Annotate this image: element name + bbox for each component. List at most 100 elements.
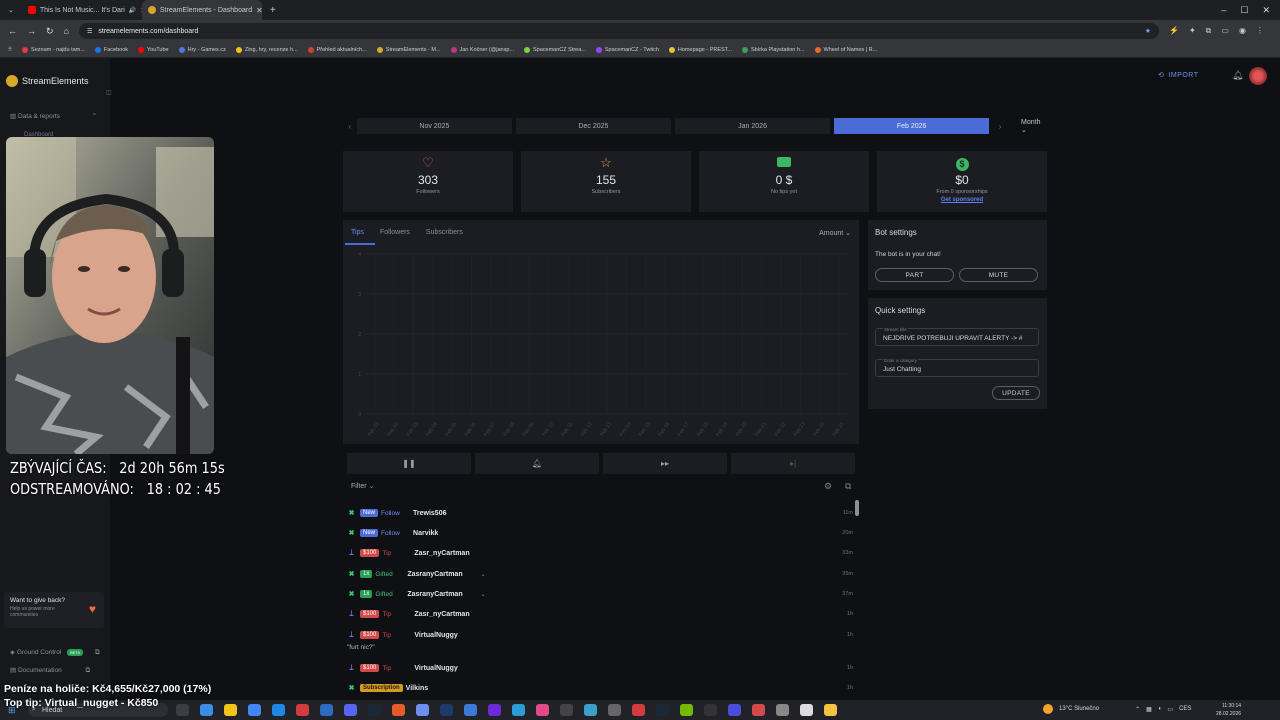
gear-icon[interactable]: ⚙ — [824, 481, 832, 492]
feed-row[interactable]: ⍊ $100 Tip VirtualNuggy 1h — [347, 661, 853, 675]
month-tab-selected[interactable]: Feb 2026 — [834, 118, 990, 134]
stream-title-field[interactable]: Stream title NEJDŘÍVE POTŘEBUJI UPRAVIT … — [875, 327, 1039, 346]
maximize-icon[interactable]: ☐ — [1240, 5, 1248, 16]
taskbar-app-icon[interactable] — [200, 704, 213, 716]
volume-icon[interactable]: ◖ — [1158, 706, 1162, 712]
feed-row[interactable]: ✖ 1x Gifted ZasranyCartman ⌄ 37m — [347, 587, 853, 601]
taskbar-app-icon[interactable] — [416, 704, 429, 716]
event-username[interactable]: Zasr_nyCartman — [414, 550, 469, 557]
profile-icon[interactable]: ◉ — [1239, 26, 1246, 36]
taskbar-app-icon[interactable] — [656, 704, 669, 716]
tab-tips[interactable]: Tips — [351, 229, 364, 236]
taskbar-app-icon[interactable] — [176, 704, 189, 716]
bookmark-item[interactable]: Sbírka Playstation h... — [742, 46, 805, 53]
mute-alerts-button[interactable]: 🔔︎ — [475, 453, 599, 474]
feed-row[interactable]: ✖ Subscription Vilkins 1h — [347, 681, 853, 695]
tab-subscribers[interactable]: Subscribers — [426, 229, 463, 236]
feed-row[interactable]: ⍊ $100 Tip VirtualNuggy 1h — [347, 628, 853, 642]
popout-icon[interactable]: ⧉ — [845, 481, 851, 492]
minimize-icon[interactable]: – — [1221, 5, 1226, 16]
taskbar-app-icon[interactable] — [464, 704, 477, 716]
taskbar-app-icon[interactable] — [752, 704, 765, 716]
import-button[interactable]: ⟲ IMPORT — [1158, 71, 1198, 80]
language-indicator[interactable]: CES — [1179, 706, 1191, 712]
taskbar-app-icon[interactable] — [344, 704, 357, 716]
bookmark-item[interactable]: SpacemanCZ Strea... — [524, 46, 586, 53]
bookmark-item[interactable]: Hry - Games.cz — [178, 46, 226, 53]
taskbar-app-icon[interactable] — [224, 704, 237, 716]
taskbar-app-icon[interactable] — [296, 704, 309, 716]
pause-button[interactable]: ❚❚ — [347, 453, 471, 474]
forward-icon[interactable]: → — [27, 26, 36, 36]
event-username[interactable]: ZasranyCartman — [407, 571, 462, 578]
part-button[interactable]: PART — [875, 268, 954, 282]
close-window-icon[interactable]: ✕ — [1262, 5, 1270, 16]
tab-list-icon[interactable]: ⌄ — [0, 6, 22, 14]
event-username[interactable]: Zasr_nyCartman — [414, 611, 469, 618]
bookmark-item[interactable]: Jan Kočner (@jansp... — [450, 46, 514, 53]
taskbar-app-icon[interactable] — [512, 704, 525, 716]
taskbar-app-icon[interactable] — [800, 704, 813, 716]
apps-grid-icon[interactable]: ⠿ — [8, 47, 12, 53]
taskbar-app-icon[interactable] — [368, 704, 381, 716]
sidebar-icon[interactable]: ▭ — [1221, 26, 1229, 36]
metric-dropdown[interactable]: Amount ⌄ — [819, 229, 851, 237]
taskbar-app-icon[interactable] — [560, 704, 573, 716]
taskbar-app-icon[interactable] — [248, 704, 261, 716]
bookmark-item[interactable]: YouTube — [138, 46, 169, 53]
site-info-icon[interactable]: ☰ — [87, 28, 92, 35]
bookmark-item[interactable]: Zing, hry, recenze h... — [235, 46, 298, 53]
extension-icon[interactable]: ⚡ — [1169, 26, 1179, 36]
taskbar-app-icon[interactable] — [440, 704, 453, 716]
event-username[interactable]: VirtualNuggy — [414, 632, 457, 639]
event-username[interactable]: Narvikk — [413, 530, 438, 537]
system-clock[interactable]: 11:30:14 28.02.2026 — [1216, 702, 1241, 718]
taskbar-app-icon[interactable] — [680, 704, 693, 716]
sidebar-item-ground-control[interactable]: ◈ Ground Control BETA ⧉ — [10, 648, 100, 657]
weather-text[interactable]: 13°C Slunečno — [1059, 706, 1099, 712]
bookmark-item[interactable]: StreamElements - M... — [376, 46, 441, 53]
bookmark-item[interactable]: Homepage - PREST... — [668, 46, 732, 53]
update-button[interactable]: UPDATE — [992, 386, 1040, 400]
bookmark-item[interactable]: Seznam - najdu tam... — [22, 46, 85, 53]
home-icon[interactable]: ⌂ — [64, 26, 69, 36]
user-avatar[interactable] — [1249, 67, 1267, 85]
give-back-card[interactable]: Want to give back? Help us power more co… — [4, 592, 104, 628]
extensions-puzzle-icon[interactable]: ⧉ — [1206, 26, 1212, 36]
feed-row[interactable]: ⍊ $100 Tip Zasr_nyCartman 33m — [347, 546, 853, 560]
feed-scrollbar[interactable] — [855, 500, 859, 516]
tab-followers[interactable]: Followers — [380, 229, 410, 236]
expand-chevron-icon[interactable]: ⌄ — [481, 591, 486, 598]
bookmark-item[interactable]: SpacemanCZ - Twitch — [595, 46, 659, 53]
browser-tab-dashboard[interactable]: StreamElements - Dashboard ✕ — [141, 0, 262, 20]
collapse-sidebar-icon[interactable]: ◫ — [106, 89, 112, 96]
taskbar-app-icon[interactable] — [488, 704, 501, 716]
event-username[interactable]: ZasranyCartman — [407, 591, 462, 598]
menu-kebab-icon[interactable]: ⋮ — [1256, 26, 1264, 36]
event-username[interactable]: Trewis506 — [413, 510, 446, 517]
taskbar-app-icon[interactable] — [536, 704, 549, 716]
category-field[interactable]: Enter a category Just Chatting — [875, 358, 1039, 377]
filter-dropdown[interactable]: Filter ⌄ — [351, 482, 374, 490]
new-tab-icon[interactable]: + — [262, 5, 284, 16]
notification-bell-icon[interactable]: 🔔︎ — [1232, 70, 1243, 81]
skip-button[interactable]: ▸▸ — [603, 453, 727, 474]
bookmark-item[interactable]: Facebook — [94, 46, 128, 53]
taskbar-app-icon[interactable] — [392, 704, 405, 716]
back-icon[interactable]: ← — [8, 26, 17, 36]
event-username[interactable]: VirtualNuggy — [414, 665, 457, 672]
feed-row[interactable]: ⍊ $100 Tip Zasr_nyCartman 1h — [347, 607, 853, 621]
next-month-icon[interactable]: › — [993, 122, 1007, 131]
tray-chevron-icon[interactable]: ⌃ — [1135, 706, 1140, 713]
expand-chevron-icon[interactable]: ⌄ — [481, 571, 486, 578]
taskbar-app-icon[interactable] — [704, 704, 717, 716]
taskbar-app-icon[interactable] — [608, 704, 621, 716]
browser-tab-youtube[interactable]: This Is Not Music... It's Dari 🔊 ✕ — [22, 0, 142, 20]
sidebar-section-data-reports[interactable]: ▥ Data & reports ⌃ — [10, 112, 97, 120]
bookmark-star-icon[interactable]: ★ — [1145, 27, 1151, 35]
period-dropdown[interactable]: Month ⌄ — [1021, 119, 1048, 134]
mute-button[interactable]: MUTE — [959, 268, 1038, 282]
taskbar-app-icon[interactable] — [272, 704, 285, 716]
network-icon[interactable]: ▦ — [1146, 706, 1152, 713]
taskbar-app-icon[interactable] — [776, 704, 789, 716]
